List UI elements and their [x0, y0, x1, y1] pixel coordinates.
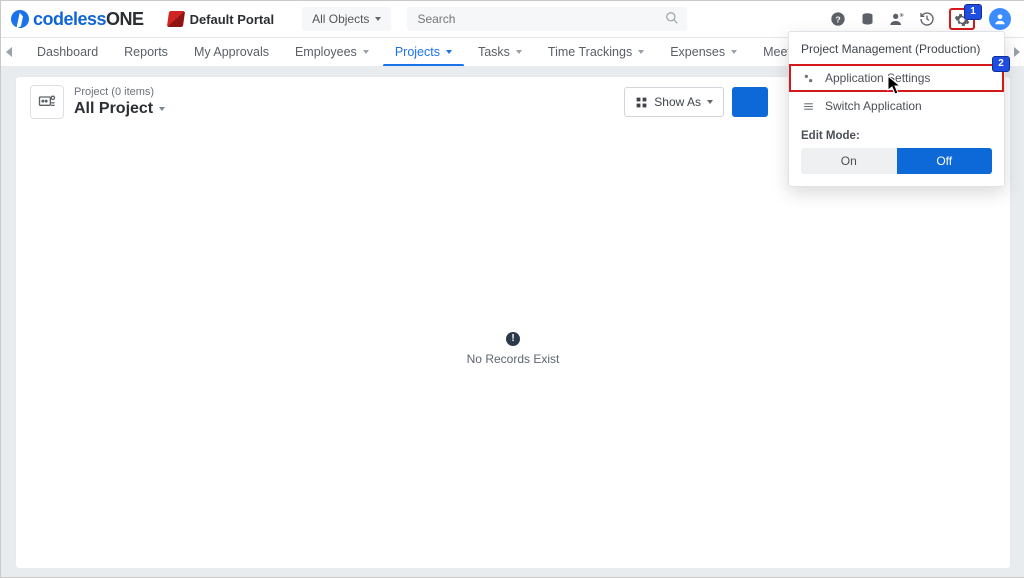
object-filter-label: All Objects — [312, 12, 369, 26]
caret-down-icon — [159, 107, 165, 111]
annotation-badge-2: 2 — [992, 56, 1010, 72]
gears-icon — [801, 72, 815, 85]
switch-icon — [801, 100, 815, 113]
caret-down-icon — [375, 17, 381, 21]
tab-time-trackings[interactable]: Time Trackings — [536, 38, 656, 66]
topbar-actions: ? 1 — [830, 8, 1015, 30]
logo-text-1: codeless — [33, 9, 106, 29]
menu-item-switch-application[interactable]: Switch Application — [789, 92, 1004, 120]
settings-menu: Project Management (Production) Applicat… — [788, 31, 1005, 187]
menu-item-label: Application Settings — [825, 71, 930, 85]
search-icon — [665, 11, 679, 25]
caret-down-icon — [731, 50, 737, 54]
show-as-button[interactable]: Show As — [624, 87, 724, 117]
empty-state: ! No Records Exist — [16, 129, 1010, 568]
edit-mode-on[interactable]: On — [801, 148, 897, 174]
edit-mode-toggle[interactable]: On Off — [801, 148, 992, 174]
history-icon[interactable] — [919, 11, 935, 27]
edit-mode-off[interactable]: Off — [897, 148, 993, 174]
edit-mode-label: Edit Mode: — [789, 120, 1004, 148]
menu-title: Project Management (Production) — [789, 42, 1004, 64]
new-record-button[interactable] — [732, 87, 768, 117]
empty-message: No Records Exist — [467, 352, 560, 366]
caret-down-icon — [707, 100, 713, 104]
tab-expenses[interactable]: Expenses — [658, 38, 749, 66]
portal-name: Default Portal — [190, 12, 275, 27]
portal-logo-icon — [166, 11, 184, 27]
nav-scroll-left[interactable] — [1, 38, 19, 66]
portal-switcher[interactable]: Default Portal — [168, 11, 275, 27]
user-admin-icon[interactable] — [889, 11, 905, 27]
tab-tasks[interactable]: Tasks — [466, 38, 534, 66]
user-avatar[interactable] — [989, 8, 1011, 30]
tab-reports[interactable]: Reports — [112, 38, 180, 66]
caret-down-icon — [446, 50, 452, 54]
tab-my-approvals[interactable]: My Approvals — [182, 38, 281, 66]
help-icon[interactable]: ? — [830, 11, 846, 27]
caret-down-icon — [638, 50, 644, 54]
settings-button[interactable]: 1 — [949, 8, 975, 30]
global-search[interactable] — [407, 7, 687, 31]
annotation-badge-1: 1 — [964, 4, 982, 20]
object-subhead: Project (0 items) — [74, 86, 165, 98]
tab-projects[interactable]: Projects — [383, 38, 464, 66]
object-filter[interactable]: All Objects — [302, 7, 391, 31]
database-icon[interactable] — [860, 12, 875, 27]
search-input[interactable] — [407, 12, 687, 26]
caret-down-icon — [363, 50, 369, 54]
object-icon — [30, 85, 64, 119]
logo-text-2: ONE — [106, 9, 144, 29]
app-logo[interactable]: codelessONE — [11, 9, 144, 30]
layout-icon — [635, 96, 648, 109]
menu-item-application-settings[interactable]: Application Settings 2 — [789, 64, 1004, 92]
menu-item-label: Switch Application — [825, 99, 922, 113]
tab-employees[interactable]: Employees — [283, 38, 381, 66]
svg-text:?: ? — [835, 14, 840, 24]
info-icon: ! — [506, 332, 520, 346]
logo-mark-icon — [11, 10, 29, 28]
view-title[interactable]: All Project — [74, 100, 165, 118]
tab-dashboard[interactable]: Dashboard — [25, 38, 110, 66]
caret-down-icon — [516, 50, 522, 54]
